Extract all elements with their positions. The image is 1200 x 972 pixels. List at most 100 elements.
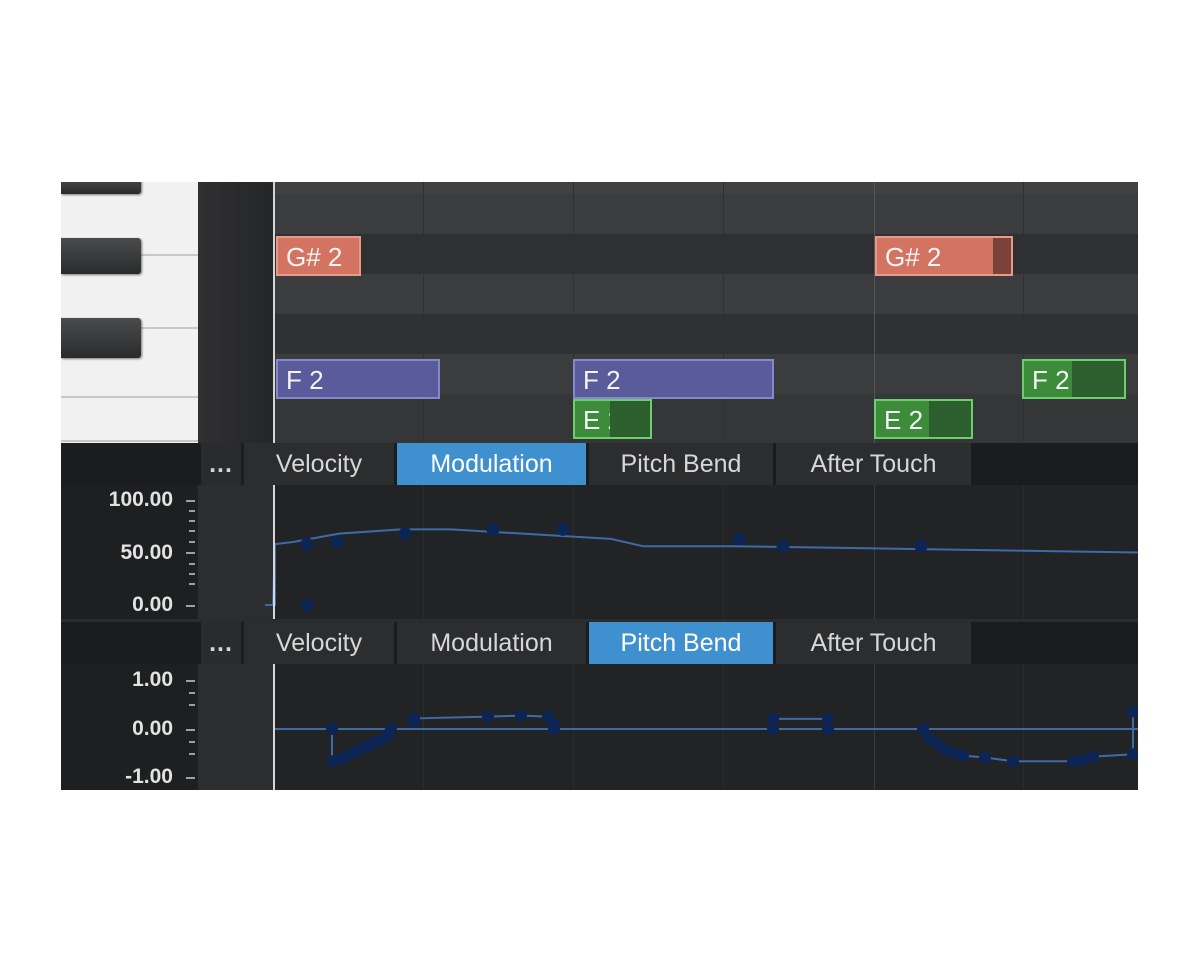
midi-note[interactable]: E 2 <box>874 399 973 439</box>
automation-point[interactable] <box>385 723 397 735</box>
automation-point[interactable] <box>398 527 412 541</box>
white-key-divider <box>61 396 198 398</box>
automation-point[interactable] <box>515 709 527 722</box>
automation-point[interactable] <box>767 712 779 725</box>
piano-keyboard[interactable] <box>61 182 198 443</box>
automation-point[interactable] <box>326 723 338 735</box>
automation-point[interactable] <box>776 539 790 553</box>
automation-point[interactable] <box>979 751 991 764</box>
axis-label-mid: 0.00 <box>132 717 173 740</box>
automation-point[interactable] <box>957 749 969 762</box>
pitch-lane <box>273 194 1138 234</box>
note-label: F 2 <box>286 365 324 395</box>
automation-tabbar: ... Velocity Modulation Pitch Bend After… <box>61 622 1138 664</box>
tab-pitch-bend[interactable]: Pitch Bend <box>589 443 773 485</box>
tab-after-touch[interactable]: After Touch <box>776 443 971 485</box>
note-label: G# 2 <box>286 242 343 272</box>
axis-label-max: 100.00 <box>108 488 173 511</box>
axis-tick <box>189 530 195 532</box>
automation-point[interactable] <box>300 598 314 612</box>
tab-pitch-bend[interactable]: Pitch Bend <box>589 622 773 664</box>
tab-modulation[interactable]: Modulation <box>397 622 586 664</box>
modulation-line <box>272 528 1138 606</box>
tabbar-spacer <box>61 443 198 485</box>
axis-label-min: -1.00 <box>125 765 173 788</box>
note-velocity-tail <box>929 401 971 437</box>
midi-note[interactable]: F 2 <box>276 359 440 399</box>
automation-point[interactable] <box>330 535 344 549</box>
modulation-lane: 100.00 50.00 0.00 <box>61 485 1138 619</box>
axis-label-min: 0.00 <box>132 593 173 616</box>
axis-tick <box>186 729 195 731</box>
automation-point[interactable] <box>1127 705 1138 718</box>
more-lanes-button[interactable]: ... <box>201 443 241 485</box>
automation-tabbar: ... Velocity Modulation Pitch Bend After… <box>61 443 1138 485</box>
axis-tick <box>189 573 195 575</box>
automation-point[interactable] <box>1007 755 1019 768</box>
axis-tick <box>189 704 195 706</box>
piano-roll-grid[interactable]: G# 2 G# 2 F 2 F 2 F 2 E 2 E 2 <box>273 182 1138 443</box>
pitch-bend-curve[interactable] <box>273 664 1138 790</box>
note-label: E 2 <box>884 405 924 435</box>
automation-point[interactable] <box>822 712 834 725</box>
automation-point[interactable] <box>482 710 494 723</box>
black-key[interactable] <box>61 182 141 194</box>
automation-point[interactable] <box>914 539 928 553</box>
black-key[interactable] <box>61 318 141 358</box>
black-key[interactable] <box>61 238 141 274</box>
grid-line <box>723 182 724 443</box>
modulation-axis: 100.00 50.00 0.00 <box>61 485 198 619</box>
midi-note[interactable]: F 2 <box>573 359 774 399</box>
more-lanes-button[interactable]: ... <box>201 622 241 664</box>
automation-point[interactable] <box>408 712 420 725</box>
automation-point[interactable] <box>732 532 746 546</box>
automation-point[interactable] <box>1127 748 1138 761</box>
note-label: F 2 <box>1032 365 1070 395</box>
pitch-lane <box>273 394 1138 443</box>
tab-velocity[interactable]: Velocity <box>244 622 394 664</box>
pitch-bend-axis: 1.00 0.00 -1.00 <box>61 664 198 790</box>
axis-tick <box>189 583 195 585</box>
playhead[interactable] <box>273 485 275 619</box>
axis-tick <box>186 605 195 607</box>
pitch-lane <box>273 182 1138 194</box>
automation-point[interactable] <box>556 522 570 536</box>
axis-tick <box>189 520 195 522</box>
axis-tick <box>189 510 195 512</box>
midi-note[interactable]: E 2 <box>573 399 652 439</box>
tab-velocity[interactable]: Velocity <box>244 443 394 485</box>
automation-point[interactable] <box>1087 750 1099 763</box>
modulation-curve[interactable] <box>265 485 1138 619</box>
note-label: G# 2 <box>885 242 942 272</box>
axis-tick <box>186 500 195 502</box>
note-velocity-tail <box>610 401 650 437</box>
midi-note[interactable]: G# 2 <box>875 236 1013 276</box>
axis-tick <box>189 541 195 543</box>
playhead[interactable] <box>273 182 275 443</box>
tab-modulation[interactable]: Modulation <box>397 443 586 485</box>
tab-after-touch[interactable]: After Touch <box>776 622 971 664</box>
axis-label-max: 1.00 <box>132 668 173 691</box>
pitch-lane <box>273 274 1138 314</box>
midi-note[interactable]: G# 2 <box>276 236 361 276</box>
axis-tick <box>189 692 195 694</box>
white-key-divider <box>61 440 198 442</box>
axis-tick <box>186 680 195 682</box>
tabbar-spacer <box>61 622 198 664</box>
midi-note[interactable]: F 2 <box>1022 359 1126 399</box>
automation-point[interactable] <box>486 522 500 536</box>
pitch-bend-gutter <box>198 664 273 790</box>
modulation-plot[interactable] <box>265 485 1138 619</box>
modulation-gutter <box>198 485 273 619</box>
automation-point[interactable] <box>548 723 560 735</box>
piano-roll-gutter <box>198 182 273 443</box>
axis-tick <box>189 741 195 743</box>
playhead[interactable] <box>273 664 275 790</box>
note-label: F 2 <box>583 365 621 395</box>
pitch-bend-line <box>772 717 829 730</box>
automation-point[interactable] <box>300 537 314 551</box>
axis-tick <box>189 563 195 565</box>
axis-tick <box>189 753 195 755</box>
pitch-bend-plot[interactable] <box>273 664 1138 790</box>
axis-label-mid: 50.00 <box>120 541 173 564</box>
